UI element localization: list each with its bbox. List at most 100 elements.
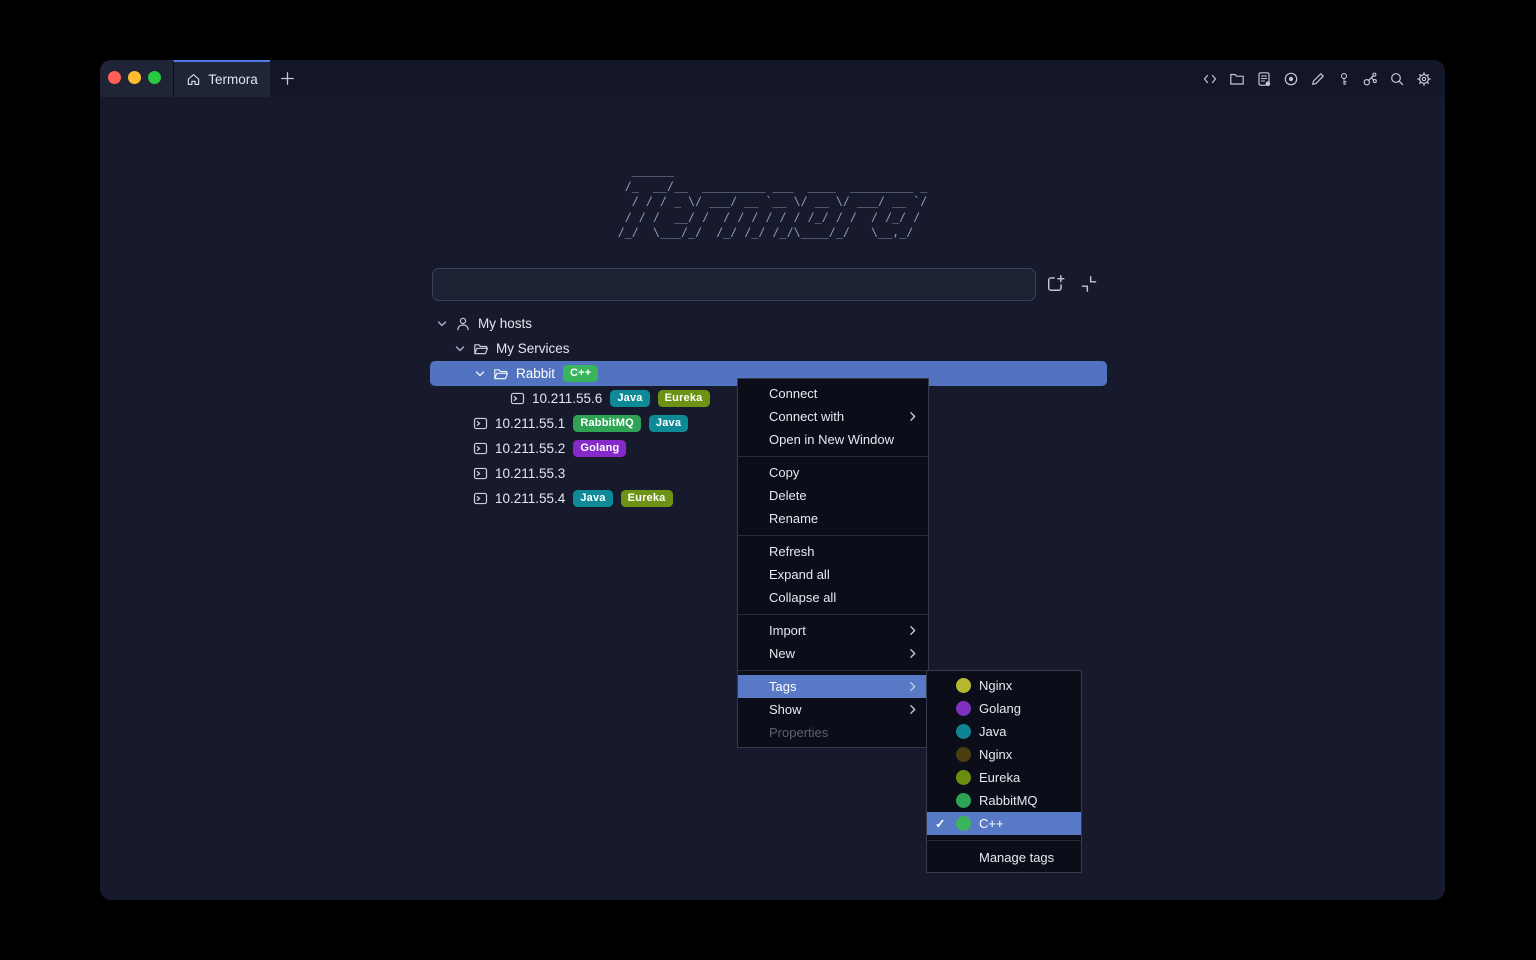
tag-color-dot — [956, 701, 971, 716]
tag-option-label: Golang — [979, 701, 1021, 716]
tree-item-my-services[interactable]: My Services — [430, 336, 1107, 361]
desktop-background: Termora ______ /_ __/__ _________ ___ __… — [0, 0, 1536, 960]
tag-option-eureka[interactable]: Eureka — [927, 766, 1081, 789]
menu-item-connect-with[interactable]: Connect with — [738, 405, 928, 428]
tag-badge: Java — [649, 415, 688, 433]
collapse-all-icon[interactable] — [1078, 273, 1100, 295]
submenu-arrow-icon — [906, 680, 919, 693]
terminal-icon — [510, 391, 525, 406]
folder-icon[interactable] — [1229, 71, 1245, 87]
key-icon[interactable] — [1337, 71, 1351, 87]
context-menu: Connect Connect with Open in New Window … — [737, 378, 929, 748]
tree-item-label: Rabbit — [516, 366, 555, 381]
manage-tags-button[interactable]: Manage tags — [927, 845, 1081, 869]
code-icon[interactable] — [1202, 71, 1218, 87]
submenu-arrow-icon — [906, 647, 919, 660]
tag-color-dot — [956, 747, 971, 762]
traffic-light-group — [100, 60, 173, 97]
menu-separator — [738, 670, 928, 671]
menu-separator — [927, 840, 1081, 841]
manage-tags-label: Manage tags — [979, 850, 1054, 865]
tag-option-label: RabbitMQ — [979, 793, 1038, 808]
chevron-down-icon[interactable] — [436, 318, 448, 330]
menu-item-tags[interactable]: Tags — [738, 675, 928, 698]
menu-item-delete[interactable]: Delete — [738, 484, 928, 507]
tag-color-dot — [956, 816, 971, 831]
tag-color-dot — [956, 724, 971, 739]
chevron-down-icon[interactable] — [454, 343, 466, 355]
submenu-arrow-icon — [906, 703, 919, 716]
menu-item-show[interactable]: Show — [738, 698, 928, 721]
home-icon — [186, 72, 201, 87]
keychain-icon[interactable] — [1362, 71, 1378, 87]
tab-label: Termora — [208, 72, 258, 87]
minimize-window-button[interactable] — [128, 71, 141, 84]
tags-submenu: Nginx Golang Java Nginx Eureka — [926, 670, 1082, 873]
tab-termora[interactable]: Termora — [173, 60, 270, 97]
settings-icon[interactable] — [1416, 71, 1432, 87]
add-host-icon[interactable] — [1044, 273, 1066, 295]
new-tab-button[interactable] — [278, 69, 297, 88]
menu-separator — [738, 535, 928, 536]
submenu-arrow-icon — [906, 624, 919, 637]
tree-item-label: My hosts — [478, 316, 532, 331]
tag-badge: Java — [573, 490, 612, 508]
search-icon[interactable] — [1389, 71, 1405, 87]
tag-option-label: Eureka — [979, 770, 1020, 785]
tag-option-label: Java — [979, 724, 1006, 739]
menu-item-connect[interactable]: Connect — [738, 382, 928, 405]
tag-option-label: Nginx — [979, 747, 1012, 762]
submenu-arrow-icon — [906, 410, 919, 423]
search-input[interactable] — [432, 268, 1036, 301]
menu-separator — [738, 456, 928, 457]
tree-item-label: 10.211.55.3 — [495, 466, 565, 481]
menu-item-rename[interactable]: Rename — [738, 507, 928, 530]
log-icon[interactable] — [1256, 71, 1272, 87]
tag-badge: RabbitMQ — [573, 415, 641, 433]
menu-separator — [738, 614, 928, 615]
tag-option-label: C++ — [979, 816, 1004, 831]
tag-badge: Eureka — [658, 390, 710, 408]
tree-item-label: My Services — [496, 341, 570, 356]
tag-option-nginx[interactable]: Nginx — [927, 674, 1081, 697]
terminal-icon — [473, 441, 488, 456]
edit-icon[interactable] — [1310, 71, 1326, 87]
menu-item-expand-all[interactable]: Expand all — [738, 563, 928, 586]
check-icon: ✓ — [935, 816, 956, 831]
tag-option-nginx-2[interactable]: Nginx — [927, 743, 1081, 766]
tag-color-dot — [956, 793, 971, 808]
folder-open-icon — [473, 341, 489, 357]
tag-badge: Java — [610, 390, 649, 408]
menu-item-copy[interactable]: Copy — [738, 461, 928, 484]
tag-option-cpp[interactable]: ✓ C++ — [927, 812, 1081, 835]
record-icon[interactable] — [1283, 71, 1299, 87]
tag-color-dot — [956, 770, 971, 785]
menu-item-new[interactable]: New — [738, 642, 928, 665]
termora-window: Termora ______ /_ __/__ _________ ___ __… — [100, 60, 1445, 900]
menu-item-open-in-new-window[interactable]: Open in New Window — [738, 428, 928, 451]
close-window-button[interactable] — [108, 71, 121, 84]
terminal-icon — [473, 491, 488, 506]
tag-option-golang[interactable]: Golang — [927, 697, 1081, 720]
menu-item-collapse-all[interactable]: Collapse all — [738, 586, 928, 609]
tag-badge: C++ — [563, 365, 598, 383]
terminal-icon — [473, 466, 488, 481]
menu-item-properties: Properties — [738, 721, 928, 744]
plus-icon — [279, 70, 296, 87]
zoom-window-button[interactable] — [148, 71, 161, 84]
tree-item-my-hosts[interactable]: My hosts — [430, 311, 1107, 336]
tag-option-rabbitmq[interactable]: RabbitMQ — [927, 789, 1081, 812]
terminal-icon — [473, 416, 488, 431]
tag-option-java[interactable]: Java — [927, 720, 1081, 743]
tree-item-label: 10.211.55.4 — [495, 491, 565, 506]
tag-option-label: Nginx — [979, 678, 1012, 693]
toolbar — [1202, 60, 1432, 97]
chevron-down-icon[interactable] — [474, 368, 486, 380]
tree-item-label: 10.211.55.6 — [532, 391, 602, 406]
user-icon — [455, 316, 471, 332]
termora-ascii-logo: ______ /_ __/__ _________ ___ ____ _____… — [618, 163, 928, 241]
menu-item-import[interactable]: Import — [738, 619, 928, 642]
tree-item-label: 10.211.55.1 — [495, 416, 565, 431]
menu-item-refresh[interactable]: Refresh — [738, 540, 928, 563]
tag-color-dot — [956, 678, 971, 693]
